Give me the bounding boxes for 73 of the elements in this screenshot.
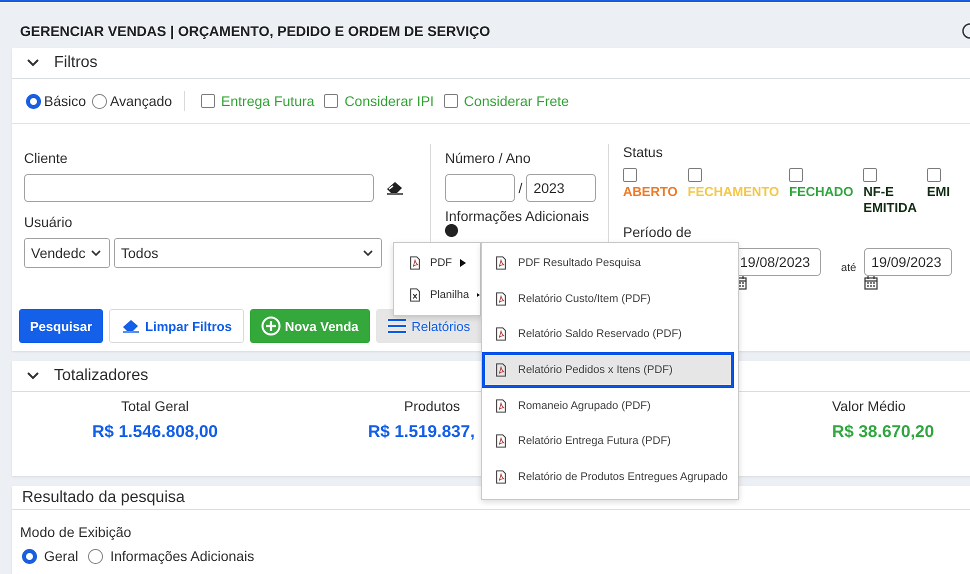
checkbox[interactable] xyxy=(926,168,941,182)
pdf-file-icon xyxy=(494,256,508,270)
client-input[interactable] xyxy=(24,174,374,202)
submenu-arrow-icon xyxy=(460,259,466,267)
submenu-arrow-icon xyxy=(477,291,480,299)
eraser-icon[interactable] xyxy=(386,181,404,195)
outline-button[interactable]: Limpar Filtros xyxy=(109,309,244,343)
checkbox-label: Entrega Futura xyxy=(221,93,314,109)
panel-title: Filtros xyxy=(54,54,98,72)
checkbox[interactable] xyxy=(863,168,878,182)
status-label: ABERTO xyxy=(623,184,678,200)
menu-item[interactable]: Planilha xyxy=(394,279,480,311)
menu-item[interactable]: PDF xyxy=(394,247,480,279)
menu-item[interactable]: Relatório Pedidos x Itens (PDF) xyxy=(482,352,734,388)
pdf-file-icon xyxy=(494,470,508,484)
radio-label: Geral xyxy=(44,548,78,564)
pdf-file-icon xyxy=(494,292,508,306)
calendar-icon[interactable] xyxy=(864,276,878,290)
field-label: Período de xyxy=(623,224,692,240)
menu-item[interactable]: Relatório de Produtos Entregues Agrupado xyxy=(482,459,738,495)
pdf-file-icon xyxy=(494,362,508,377)
menu-item[interactable]: Romaneio Agrupado (PDF) xyxy=(482,388,738,424)
primary-button[interactable]: Pesquisar xyxy=(19,309,104,343)
radio-label: Informações Adicionais xyxy=(110,548,254,564)
panel-title: Totalizadores xyxy=(54,367,148,385)
status-label: FECHADO xyxy=(789,184,854,200)
pdf-file-icon xyxy=(494,398,508,413)
menu-icon xyxy=(388,319,406,333)
plus-circle-icon xyxy=(260,316,281,336)
until-label: até xyxy=(841,262,856,274)
radio-button[interactable] xyxy=(26,94,41,108)
field-label: Status xyxy=(623,144,664,160)
checkbox-label: Considerar Frete xyxy=(464,93,569,109)
checkbox[interactable] xyxy=(789,168,804,182)
field-label: Cliente xyxy=(24,150,69,166)
radio-button[interactable] xyxy=(22,548,37,564)
total-label: Valor Médio xyxy=(832,398,906,414)
radio-label: Avançado xyxy=(110,93,172,109)
page-title: GERENCIAR VENDAS | ORÇAMENTO, PEDIDO E ORDEM DE SERVIÇO xyxy=(20,23,490,39)
total-value: R$ 1.519.837, xyxy=(368,422,475,442)
checkbox[interactable] xyxy=(688,168,702,182)
status-label: EMI xyxy=(926,184,950,200)
field-label: Informações Adicionais xyxy=(445,208,590,224)
checkbox[interactable] xyxy=(623,168,637,182)
total-label: Total Geral xyxy=(121,398,189,414)
eraser-icon xyxy=(121,319,142,333)
field-label: Modo de Exibição xyxy=(20,524,132,540)
pdf-file-icon xyxy=(494,434,508,448)
radio-label: Básico xyxy=(44,93,86,109)
menu-item[interactable]: Relatório Entrega Futura (PDF) xyxy=(482,423,738,460)
radio-button[interactable] xyxy=(92,94,108,108)
pdf-file-icon xyxy=(408,256,422,270)
pdf-file-icon xyxy=(494,327,508,342)
year-input[interactable]: 2023 xyxy=(526,174,596,202)
user-select[interactable]: Todos xyxy=(114,238,382,268)
total-label: Produtos xyxy=(404,398,460,414)
field-label: Número / Ano xyxy=(445,150,532,166)
checkbox[interactable] xyxy=(324,94,338,108)
checkbox-label: Considerar IPI xyxy=(344,93,434,109)
checkbox[interactable] xyxy=(201,94,216,108)
date-input[interactable]: 19/09/2023 xyxy=(864,248,952,276)
status-label: NF-E EMITIDA xyxy=(863,184,917,216)
total-value: R$ 38.670,20 xyxy=(832,422,934,442)
spreadsheet-file-icon xyxy=(408,288,422,302)
separator-text: / xyxy=(518,180,522,196)
field-label: Usuário xyxy=(24,214,74,230)
user-type-select[interactable]: Vendedc xyxy=(24,238,110,268)
status-label: FECHAMENTO xyxy=(688,184,780,200)
number-input[interactable] xyxy=(445,174,515,202)
panel-title: Resultado da pesquisa xyxy=(22,488,185,506)
total-value: R$ 1.546.808,00 xyxy=(92,422,218,442)
checkbox[interactable] xyxy=(444,94,458,108)
radio-button[interactable] xyxy=(88,548,104,564)
